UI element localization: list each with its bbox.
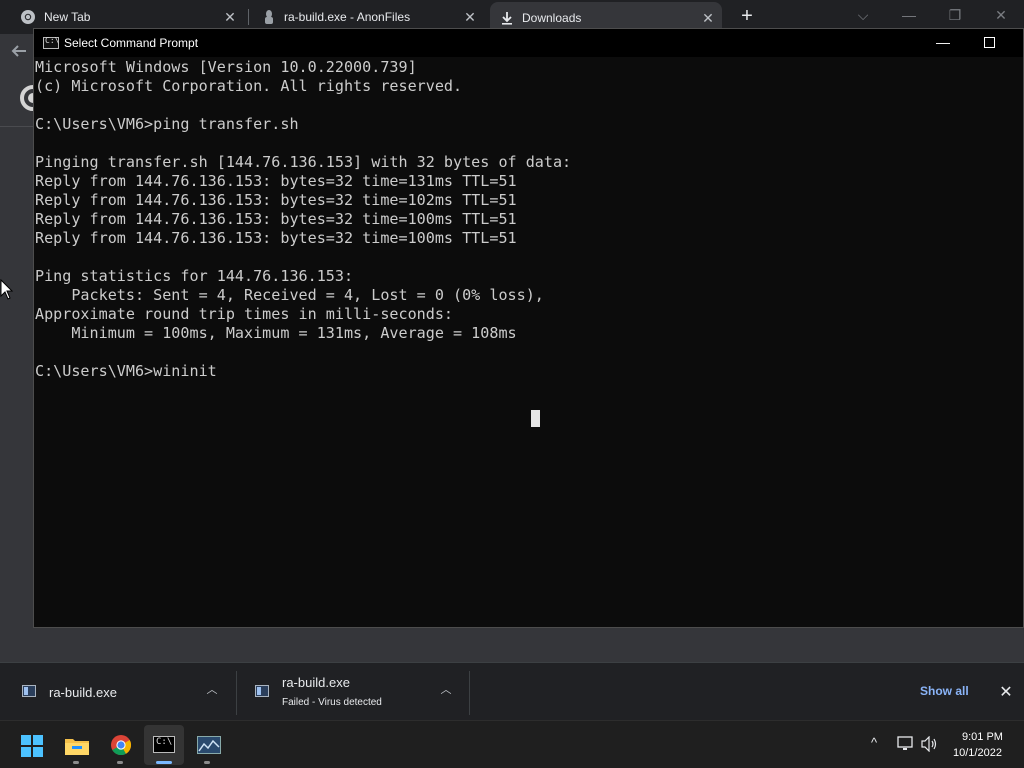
tab-anonfiles[interactable]: ra-build.exe - AnonFiles ✕ (252, 3, 484, 31)
console-line: Reply from 144.76.136.153: bytes=32 time… (35, 191, 517, 209)
network-icon[interactable] (897, 736, 915, 752)
download-item[interactable]: ra-build.exe ︿ (0, 663, 236, 721)
file-icon (22, 685, 36, 697)
close-tab-icon[interactable]: ✕ (222, 9, 238, 25)
console-prompt-line: C:\Users\VM6>wininit (35, 362, 217, 380)
minimize-button[interactable]: — (886, 4, 932, 28)
mouse-pointer-icon (0, 279, 14, 300)
tab-separator (248, 9, 249, 25)
show-hidden-icons-chevron[interactable]: ^ (871, 735, 877, 750)
search-tabs-icon[interactable]: ⌵ (840, 4, 886, 28)
console-line: Pinging transfer.sh [144.76.136.153] wit… (35, 153, 572, 171)
close-shelf-icon[interactable]: ✕ (998, 682, 1014, 702)
cmd-minimize-button[interactable]: — (920, 31, 966, 55)
volume-icon[interactable] (921, 736, 939, 752)
console-line: Approximate round trip times in milli-se… (35, 305, 454, 323)
anonfiles-icon (265, 10, 273, 24)
chevron-up-icon[interactable]: ︿ (205, 683, 219, 697)
chrome-icon (111, 735, 132, 756)
chevron-up-icon[interactable]: ︿ (439, 683, 453, 697)
download-file-name: ra-build.exe (49, 685, 117, 700)
download-shelf: ra-build.exe ︿ ra-build.exe Failed - Vir… (0, 662, 1024, 720)
console-line: Packets: Sent = 4, Received = 4, Lost = … (35, 286, 544, 304)
tab-label: Downloads (522, 11, 582, 25)
chrome-taskbar-button[interactable] (101, 725, 141, 765)
console-line: Ping statistics for 144.76.136.153: (35, 267, 354, 285)
tab-label: New Tab (44, 10, 91, 24)
running-indicator (117, 761, 123, 764)
console-line: Reply from 144.76.136.153: bytes=32 time… (35, 229, 517, 247)
console-line: C:\Users\VM6>ping transfer.sh (35, 115, 299, 133)
close-tab-icon[interactable]: ✕ (462, 9, 478, 25)
download-status: Failed - Virus detected (282, 697, 382, 708)
taskbar: C:\ ^ 9:01 PM 10/1/2022 (0, 720, 1024, 768)
monitor-app-button[interactable] (188, 725, 228, 765)
command-prompt-icon: C:\ (43, 36, 59, 49)
close-window-button[interactable]: ✕ (978, 4, 1024, 28)
file-icon (255, 685, 269, 697)
monitor-app-icon (197, 736, 221, 754)
command-prompt-window[interactable]: C:\ Select Command Prompt — Microsoft Wi… (33, 28, 1024, 628)
show-all-link[interactable]: Show all (920, 684, 969, 698)
running-indicator (73, 761, 79, 764)
download-item[interactable]: ra-build.exe Failed - Virus detected ︿ (237, 663, 469, 721)
clock-date[interactable]: 10/1/2022 (953, 747, 1002, 759)
chrome-icon (21, 10, 35, 24)
command-prompt-taskbar-button[interactable]: C:\ (144, 725, 184, 765)
back-arrow-icon[interactable] (10, 42, 34, 62)
file-explorer-button[interactable] (57, 725, 97, 765)
divider (469, 671, 470, 715)
windows-start-icon (21, 735, 43, 757)
command-prompt-icon: C:\ (153, 736, 175, 753)
console-line: Reply from 144.76.136.153: bytes=32 time… (35, 210, 517, 228)
divider (0, 126, 34, 127)
tab-new-tab[interactable]: New Tab ✕ (12, 3, 244, 31)
download-icon (502, 12, 512, 25)
active-indicator (156, 761, 172, 764)
cmd-maximize-button[interactable] (966, 31, 1012, 55)
cmd-title-bar[interactable]: C:\ Select Command Prompt — (34, 29, 1023, 57)
close-tab-icon[interactable]: ✕ (700, 10, 716, 26)
running-indicator (204, 761, 210, 764)
tab-label: ra-build.exe - AnonFiles (284, 10, 411, 24)
console-line: (c) Microsoft Corporation. All rights re… (35, 77, 463, 95)
clock-time[interactable]: 9:01 PM (962, 731, 1003, 743)
window-title: Select Command Prompt (64, 36, 199, 50)
file-explorer-icon (65, 739, 89, 755)
console-line: Minimum = 100ms, Maximum = 131ms, Averag… (35, 324, 517, 342)
restore-button[interactable]: ❐ (932, 4, 978, 28)
text-cursor (531, 410, 540, 427)
start-button[interactable] (12, 725, 52, 765)
console-output[interactable]: Microsoft Windows [Version 10.0.22000.73… (35, 58, 1020, 618)
console-line: Microsoft Windows [Version 10.0.22000.73… (35, 58, 417, 76)
maximize-icon (984, 37, 995, 48)
new-tab-button[interactable]: + (736, 6, 758, 28)
console-line: Reply from 144.76.136.153: bytes=32 time… (35, 172, 517, 190)
download-file-name: ra-build.exe (282, 675, 350, 690)
